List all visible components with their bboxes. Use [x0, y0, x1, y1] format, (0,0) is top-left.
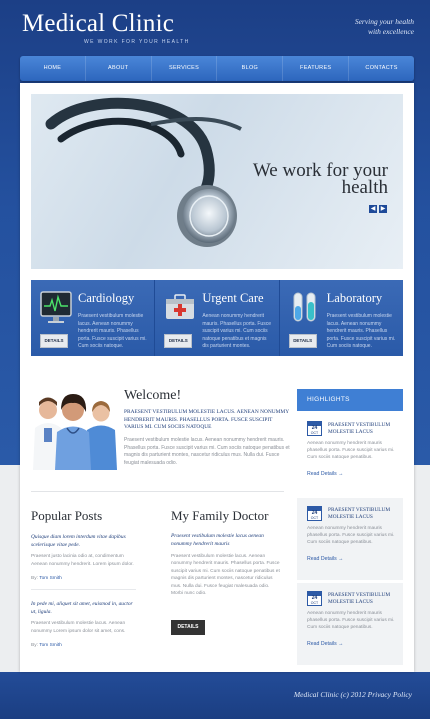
family-doctor-text: Praesent vestibulum molestie lacus. Aene… [171, 554, 280, 597]
popular-posts-title: Popular Posts [31, 508, 103, 523]
slider-arrows: ◀ ▶ [369, 205, 387, 213]
post-author-link[interactable]: Tom Smith [39, 576, 62, 581]
service-laboratory: Laboratory Praesent vestibulum molestie … [279, 280, 403, 356]
post-item: In pede mi, aliquet sit amet, euismod in… [31, 601, 136, 648]
nav-features[interactable]: FEATURES [283, 56, 350, 81]
highlight-text: Aenean nonummy hendrerit mauris phasellu… [307, 611, 395, 631]
post-quote[interactable]: Quisque diam lorem interdum vitae dapibu… [31, 534, 136, 549]
nav-about[interactable]: ABOUT [86, 56, 152, 81]
hero-slider: We work for your health ◀ ▶ [31, 94, 403, 269]
service-title: Cardiology [78, 291, 135, 305]
slogan-line-1: Serving your health [354, 17, 414, 26]
header-slogan: Serving your health with excellence [355, 17, 414, 37]
service-urgent-care: Urgent Care Aenean nonummy hendrerit mau… [155, 280, 280, 356]
read-details-link[interactable]: Read Details → [307, 641, 343, 647]
post-author-link[interactable]: Tom Smith [39, 643, 62, 648]
service-text: Praesent vestibulum molestie lacus. Aene… [78, 313, 147, 349]
highlight-item: 24 OCT PRAESENT VESTIBULUM MOLESTIE LACU… [297, 498, 403, 580]
monitor-icon [40, 291, 72, 323]
service-title: Urgent Care [202, 291, 264, 305]
nav-home[interactable]: HOME [20, 56, 86, 81]
services-strip: Cardiology Praesent vestibulum molestie … [31, 280, 403, 356]
nav-blog[interactable]: BLOG [217, 56, 284, 81]
slogan-line-2: with excellence [367, 27, 414, 36]
highlight-month: OCT [310, 431, 319, 435]
hero-title-line-2: health [341, 177, 388, 198]
service-title: Laboratory [326, 291, 383, 305]
family-doctor-details-button[interactable]: DETAILS [171, 620, 205, 635]
highlights-title: HIGHLIGHTS [297, 389, 403, 411]
service-cardiology: Cardiology Praesent vestibulum molestie … [31, 280, 156, 356]
post-byline: By: Tom Smith [31, 576, 136, 581]
content-card: We work for your health ◀ ▶ Cardiology P… [20, 83, 414, 672]
site-logo[interactable]: Medical Clinic WE WORK FOR YOUR HEALTH [22, 10, 190, 45]
prev-arrow-icon[interactable]: ◀ [369, 205, 377, 213]
highlights-list: 24 OCT PRAESENT VESTIBULUM MOLESTIE LACU… [297, 413, 403, 668]
first-aid-kit-icon [166, 294, 195, 319]
read-details-link[interactable]: Read Details → [307, 556, 343, 562]
highlight-item: 24 OCT PRAESENT VESTIBULUM MOLESTIE LACU… [297, 583, 403, 665]
highlight-title[interactable]: PRAESENT VESTIBULUM MOLESTIE LACUS [328, 422, 398, 436]
calendar-icon: 24 OCT [307, 591, 322, 606]
service-text: Aenean nonummy hendrerit mauris. Phasell… [202, 313, 271, 349]
post-by-label: By: [31, 643, 38, 648]
post-byline: By: Tom Smith [31, 643, 136, 648]
family-doctor-title: My Family Doctor [171, 508, 269, 523]
footer-text: Medical Clinic (c) 2012 Privacy Policy [293, 690, 412, 699]
highlight-item: 24 OCT PRAESENT VESTIBULUM MOLESTIE LACU… [297, 413, 403, 495]
read-details-link[interactable]: Read Details → [307, 471, 343, 477]
nav-services[interactable]: SERVICES [152, 56, 218, 81]
doctors-photo [31, 388, 117, 470]
family-doctor-lead: Praesent vestibulum molestie lacus aenea… [171, 533, 264, 547]
logo-tagline: WE WORK FOR YOUR HEALTH [84, 39, 190, 45]
highlight-month: OCT [310, 516, 319, 520]
details-button[interactable]: DETAILS [288, 334, 317, 348]
post-by-label: By: [31, 576, 38, 581]
service-text: Praesent vestibulum molestie lacus. Aene… [326, 313, 396, 349]
main-nav: HOME ABOUT SERVICES BLOG FEATURES CONTAC… [20, 56, 414, 81]
post-separator [31, 589, 136, 590]
section-divider [31, 491, 284, 492]
nav-contacts[interactable]: CONTACTS [349, 56, 414, 81]
logo-name: Medical Clinic [22, 10, 175, 37]
highlight-title[interactable]: PRAESENT VESTIBULUM MOLESTIE LACUS [328, 592, 398, 606]
details-button[interactable]: DETAILS [40, 334, 68, 348]
highlight-text: Aenean nonummy hendrerit mauris phasellu… [307, 526, 395, 546]
calendar-icon: 24 OCT [307, 506, 322, 521]
welcome-text: Praesent vestibulum molestie lacus. Aene… [124, 437, 290, 466]
details-button[interactable]: DETAILS [164, 334, 193, 348]
post-text: Praesent justo lacinia odio at, condimen… [31, 554, 134, 567]
calendar-icon: 24 OCT [307, 421, 322, 436]
test-tubes-icon [293, 292, 316, 322]
highlight-month: OCT [310, 601, 319, 605]
highlight-title[interactable]: PRAESENT VESTIBULUM MOLESTIE LACUS [328, 507, 398, 521]
post-item: Quisque diam lorem interdum vitae dapibu… [31, 534, 136, 581]
highlight-text: Aenean nonummy hendrerit mauris phasellu… [307, 441, 395, 461]
post-text: Praesent vestibulum molestie lacus. Aene… [31, 621, 126, 634]
welcome-title: Welcome! [124, 388, 182, 403]
next-arrow-icon[interactable]: ▶ [379, 205, 387, 213]
hero-title: We work for your health [253, 161, 388, 198]
post-quote[interactable]: In pede mi, aliquet sit amet, euismod in… [31, 601, 136, 616]
welcome-lead: PRAESENT VESTIBULUM MOLESTIE LACUS. AENE… [124, 409, 289, 431]
